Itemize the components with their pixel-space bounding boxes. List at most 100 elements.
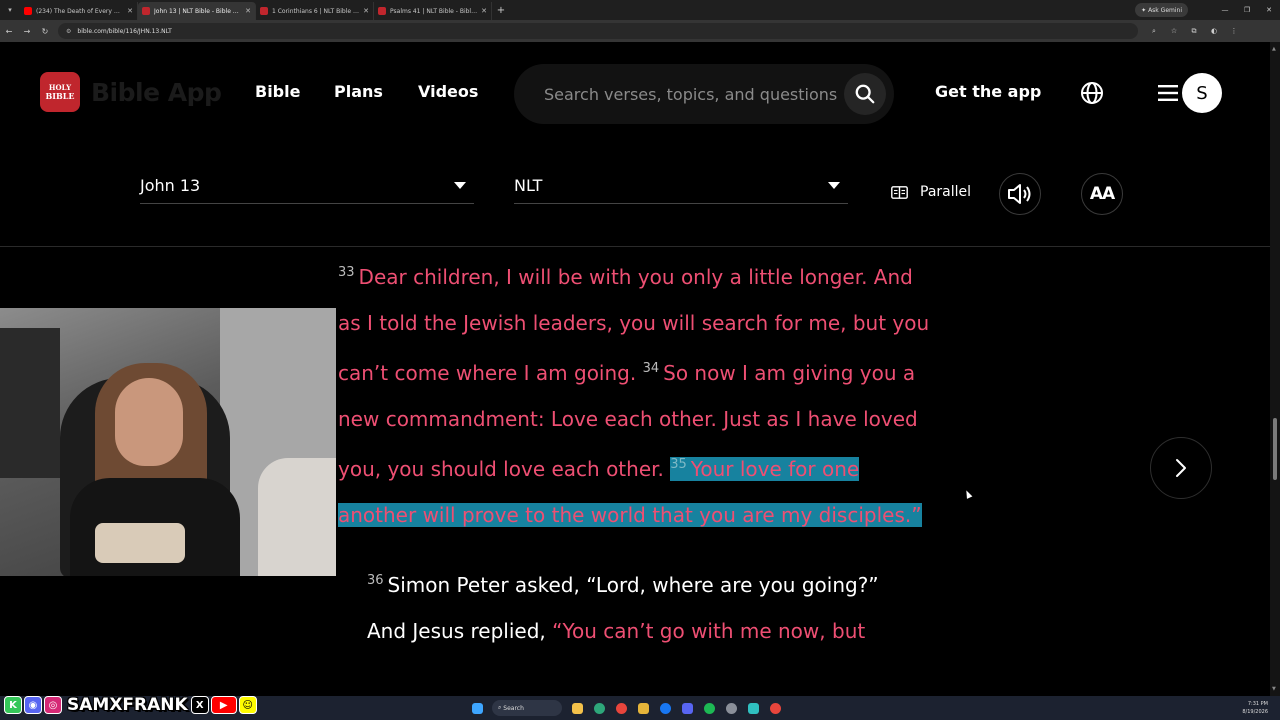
restore-icon[interactable]: ❐ <box>1236 0 1258 20</box>
verse-36-narration[interactable]: Simon Peter asked, “Lord, where are you … <box>388 573 879 597</box>
bookmark-star-icon[interactable]: ☆ <box>1164 27 1184 36</box>
nav-plans[interactable]: Plans <box>334 82 383 101</box>
tab-close-icon[interactable]: ✕ <box>245 7 251 15</box>
browser-tab[interactable]: 1 Corinthians 6 | NLT Bible - Bib ✕ <box>256 2 374 20</box>
streamer-face <box>115 378 183 466</box>
settings-icon[interactable] <box>722 699 740 717</box>
speaker-icon <box>1008 184 1031 204</box>
search-box[interactable]: Search verses, topics, and questions <box>514 64 894 124</box>
edge-icon[interactable] <box>590 699 608 717</box>
verse-paragraph: 33 Dear children, I will be with you only… <box>338 250 938 538</box>
verse-36-quote[interactable]: “You can’t go with me now, but <box>552 619 865 643</box>
windows-start-icon[interactable] <box>468 699 486 717</box>
chevron-right-icon <box>1176 459 1186 477</box>
close-window-icon[interactable]: ✕ <box>1258 0 1280 20</box>
page-scrollbar[interactable]: ▲ ▼ <box>1270 42 1280 696</box>
new-tab-button[interactable]: + <box>492 5 510 16</box>
bible-book <box>95 523 185 563</box>
bible-favicon-icon <box>142 7 150 15</box>
facebook-icon[interactable] <box>656 699 674 717</box>
zoom-icon[interactable]: ⌕ <box>1144 27 1164 36</box>
tab-close-icon[interactable]: ✕ <box>127 7 133 15</box>
toolbar-divider <box>0 246 1270 247</box>
app-icon[interactable] <box>744 699 762 717</box>
site-info-icon[interactable]: ⚙ <box>66 28 71 35</box>
chevron-down-icon <box>454 182 466 189</box>
reload-icon[interactable]: ↻ <box>36 27 54 36</box>
logo-text-bible: BIBLE <box>45 91 75 101</box>
scroll-up-icon[interactable]: ▲ <box>1272 46 1276 52</box>
discord-icon: ◉ <box>24 696 42 714</box>
background-shelf <box>0 328 60 478</box>
address-bar-row: ← → ↻ ⚙ bible.com/bible/116/JHN.13.NLT ⌕… <box>0 20 1280 42</box>
tab-search-icon[interactable]: ▾ <box>0 6 20 14</box>
version-selector[interactable]: NLT <box>514 168 848 204</box>
address-bar-actions: ⌕ ☆ ⧉ ◐ ⋮ <box>1144 27 1244 36</box>
extensions-icon[interactable]: ⧉ <box>1184 27 1204 36</box>
clock-date: 8/19/2026 <box>1242 709 1268 715</box>
scrollbar-thumb[interactable] <box>1273 418 1277 480</box>
brand-name[interactable]: Bible App <box>91 78 222 107</box>
search-input[interactable]: Search verses, topics, and questions <box>544 85 844 104</box>
chapter-reader: 33 Dear children, I will be with you only… <box>338 250 938 654</box>
font-size-button[interactable]: AA <box>1081 173 1123 215</box>
tab-title: (234) The Death of Every Discip <box>36 7 125 15</box>
tab-title: Psalms 41 | NLT Bible - Bible Ap <box>390 7 479 15</box>
spotify-icon[interactable] <box>700 699 718 717</box>
hamburger-menu-icon[interactable] <box>1158 84 1178 106</box>
browser-tab[interactable]: Psalms 41 | NLT Bible - Bible Ap ✕ <box>374 2 492 20</box>
clock-time: 7:31 PM <box>1247 701 1268 707</box>
discord-icon[interactable] <box>678 699 696 717</box>
window-controls: — ❐ ✕ <box>1214 0 1280 20</box>
verse-paragraph: 36 Simon Peter asked, “Lord, where are yo… <box>338 558 938 654</box>
tab-close-icon[interactable]: ✕ <box>363 7 369 15</box>
user-avatar[interactable]: S <box>1182 73 1222 113</box>
bible-app-logo[interactable]: HOLY BIBLE <box>40 72 80 112</box>
verse-number[interactable]: 35 <box>670 457 687 472</box>
search-button[interactable] <box>844 73 886 115</box>
chevron-down-icon <box>828 182 840 189</box>
browser-tab-active[interactable]: John 13 | NLT Bible - Bible App ✕ <box>138 2 256 20</box>
back-icon[interactable]: ← <box>0 27 18 36</box>
profile-icon[interactable]: ◐ <box>1204 27 1224 36</box>
browser-menu-icon[interactable]: ⋮ <box>1224 27 1244 36</box>
gemini-icon: ✦ <box>1141 6 1149 14</box>
minimize-icon[interactable]: — <box>1214 0 1236 20</box>
verse-number[interactable]: 33 <box>338 265 355 280</box>
taskbar-clock[interactable]: 7:31 PM 8/19/2026 <box>1242 700 1268 716</box>
chrome-icon[interactable] <box>612 699 630 717</box>
nav-videos[interactable]: Videos <box>418 82 478 101</box>
next-chapter-button[interactable] <box>1150 437 1212 499</box>
scroll-down-icon[interactable]: ▼ <box>1272 686 1276 692</box>
kick-icon: K <box>4 696 22 714</box>
verse-36-narration-2[interactable]: And Jesus replied, <box>367 619 546 643</box>
tab-title: 1 Corinthians 6 | NLT Bible - Bib <box>272 7 361 15</box>
parallel-button[interactable]: Parallel <box>891 184 971 200</box>
chrome-icon[interactable] <box>766 699 784 717</box>
taskbar-search-label: Search <box>503 704 524 712</box>
search-icon <box>855 84 875 104</box>
parallel-label: Parallel <box>920 184 972 200</box>
verse-number[interactable]: 36 <box>367 573 384 588</box>
chapter-selector[interactable]: John 13 <box>140 168 474 204</box>
bible-favicon-icon <box>260 7 268 15</box>
parallel-book-icon <box>891 185 908 199</box>
stream-social-overlay: K ◉ ◎ SAMXFRANK X ▶ ☺ <box>4 694 259 716</box>
ask-gemini-button[interactable]: ✦ Ask Gemini <box>1135 3 1188 17</box>
nav-bible[interactable]: Bible <box>255 82 300 101</box>
tab-title: John 13 | NLT Bible - Bible App <box>154 7 243 15</box>
browser-tab[interactable]: (234) The Death of Every Discip ✕ <box>20 2 138 20</box>
mouse-cursor <box>963 489 973 499</box>
url-field[interactable]: ⚙ bible.com/bible/116/JHN.13.NLT <box>58 23 1138 39</box>
verse-number[interactable]: 34 <box>643 361 660 376</box>
url-text: bible.com/bible/116/JHN.13.NLT <box>77 27 172 35</box>
audio-button[interactable] <box>999 173 1041 215</box>
language-globe-icon[interactable] <box>1080 81 1104 109</box>
tab-close-icon[interactable]: ✕ <box>481 7 487 15</box>
x-twitter-icon: X <box>190 696 209 714</box>
get-the-app-link[interactable]: Get the app <box>935 82 1041 101</box>
folder-icon[interactable] <box>634 699 652 717</box>
taskbar-search[interactable]: ⌕ Search <box>492 700 562 716</box>
file-explorer-icon[interactable] <box>568 699 586 717</box>
forward-icon[interactable]: → <box>18 27 36 36</box>
